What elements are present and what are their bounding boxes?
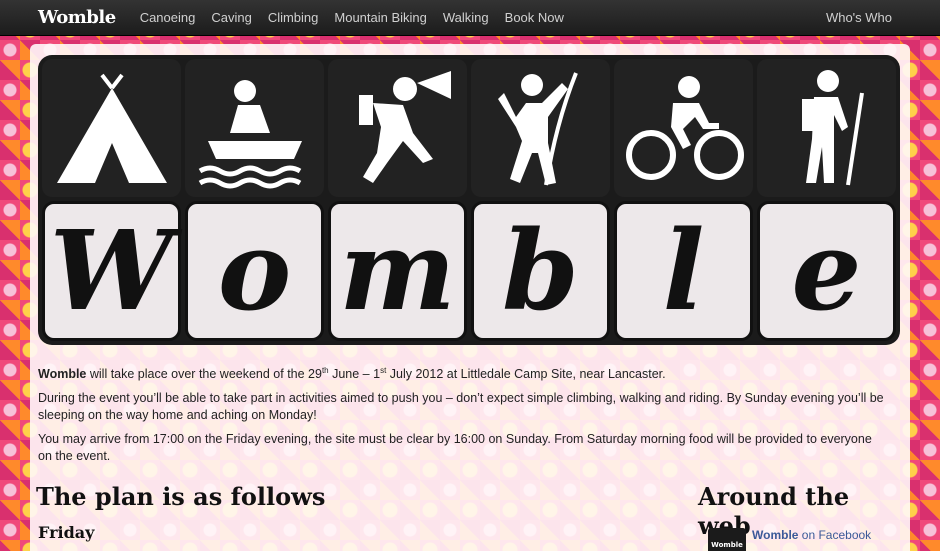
main-page: W o m b l e Womble will take place over … (30, 44, 910, 551)
nav-item-book-now[interactable]: Book Now (497, 0, 572, 36)
superscript: th (321, 365, 329, 375)
intro-paragraph-activities: During the event you’ll be able to take … (38, 391, 884, 422)
facebook-page-name: Womble (752, 528, 799, 542)
tent-icon (42, 59, 181, 197)
friday-heading: Friday (38, 523, 95, 542)
facebook-title[interactable]: Womble on Facebook (752, 528, 871, 542)
dates-text: July 2012 at Littledale Camp Site, near … (386, 367, 666, 381)
plan-heading: The plan is as follows (36, 482, 326, 511)
dates-text: will take place over the weekend of the … (86, 367, 322, 381)
intro-paragraph-arrival: You may arrive from 17:00 on the Friday … (38, 432, 872, 463)
canoe-icon (185, 59, 324, 197)
nav-item-walking[interactable]: Walking (435, 0, 497, 36)
nav-item-mountain-biking[interactable]: Mountain Biking (326, 0, 435, 36)
nav-item-caving[interactable]: Caving (203, 0, 259, 36)
brand-logo[interactable]: Womble (38, 7, 116, 28)
letter-tile: o (185, 201, 324, 341)
womble-letter-row: W o m b l e (42, 201, 896, 341)
facebook-suffix: on Facebook (798, 528, 872, 542)
letter-tile: e (757, 201, 896, 341)
nav-item-canoeing[interactable]: Canoeing (132, 0, 204, 36)
caving-icon (328, 59, 467, 197)
dates-text: June – 1 (328, 367, 381, 381)
cycling-icon (614, 59, 753, 197)
activity-icon-row (42, 59, 896, 197)
womble-name: Womble (38, 367, 87, 381)
facebook-link[interactable]: Womble Womble on Facebook (708, 528, 871, 551)
nav-item-whos-who[interactable]: Who's Who (818, 0, 900, 36)
climbing-icon (471, 59, 610, 197)
letter-tile: W (42, 201, 181, 341)
hiking-icon (757, 59, 896, 197)
nav-item-climbing[interactable]: Climbing (260, 0, 327, 36)
intro-paragraph-dates: Womble will take place over the weekend … (38, 366, 888, 383)
letter-tile: b (471, 201, 610, 341)
womble-banner: W o m b l e (38, 55, 900, 345)
letter-tile: l (614, 201, 753, 341)
intro-content: Womble will take place over the weekend … (38, 366, 888, 472)
facebook-thumbnail: Womble (708, 528, 746, 551)
top-navbar: Womble Canoeing Caving Climbing Mountain… (0, 0, 940, 36)
letter-tile: m (328, 201, 467, 341)
